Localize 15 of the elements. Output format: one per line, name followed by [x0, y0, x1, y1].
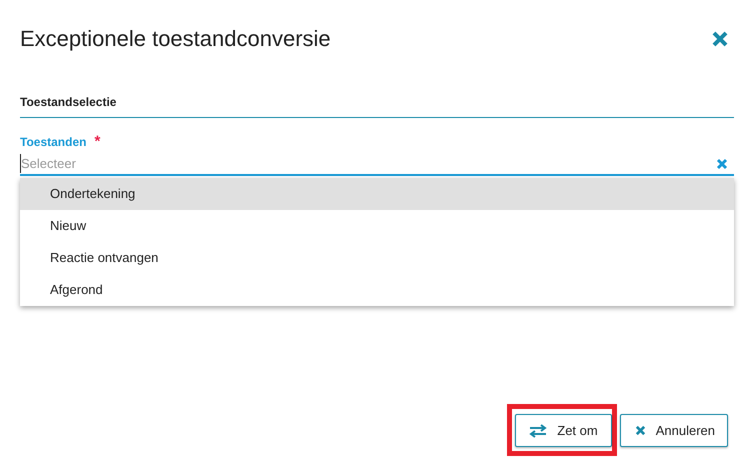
select-field[interactable]: Selecteer — [20, 154, 716, 174]
dialog-title: Exceptionele toestandconversie — [20, 25, 331, 53]
dropdown-option[interactable]: Nieuw — [20, 210, 734, 242]
swap-arrows-icon — [529, 424, 548, 438]
clear-icon[interactable] — [716, 158, 728, 170]
cancel-button[interactable]: Annuleren — [620, 414, 728, 447]
required-mark: * — [94, 132, 100, 152]
dropdown-option[interactable]: Afgerond — [20, 274, 734, 306]
dropdown-option[interactable]: Reactie ontvangen — [20, 242, 734, 274]
close-icon — [634, 425, 646, 436]
close-icon[interactable] — [712, 30, 728, 46]
field-label: Toestanden — [20, 134, 86, 152]
dropdown-option[interactable]: Ondertekening — [20, 178, 734, 210]
convert-button[interactable]: Zet om — [515, 414, 612, 447]
section-heading: Toestandselectie — [20, 94, 118, 111]
